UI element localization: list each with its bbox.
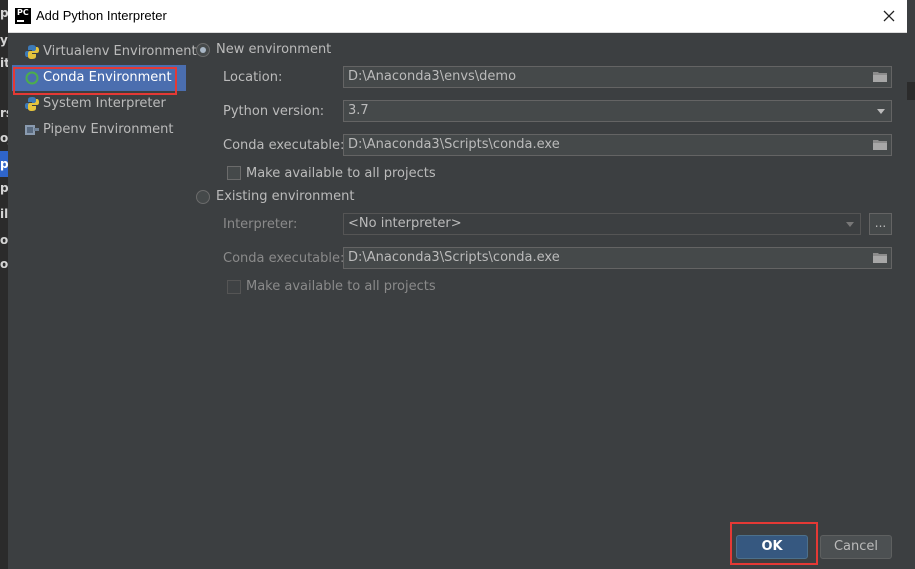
environment-type-list: Virtualenv Environment Conda Environment… [8,33,197,569]
conda-executable-label: Conda executable: [223,138,345,153]
python-version-value: 3.7 [348,103,369,118]
background-text-fragment: it [0,56,8,70]
python-icon [25,45,39,59]
background-text-fragment: p [0,181,8,195]
conda-settings-panel: New environment Location: D:\Anaconda3\e… [186,33,907,569]
close-button[interactable] [877,4,901,28]
background-text-fragment: o [0,257,8,271]
add-python-interpreter-dialog: PC Add Python Interpreter Virtualenv Env… [8,0,907,569]
location-label: Location: [223,70,283,85]
new-environment-label: New environment [216,42,332,57]
existing-conda-executable-label: Conda executable: [223,251,345,266]
background-text-fragment: y [0,33,8,47]
background-text-fragment: p [0,6,8,20]
background-text-fragment: rs [0,106,8,120]
background-ide-right [907,30,915,569]
location-value: D:\Anaconda3\envs\demo [348,69,517,84]
location-field[interactable]: D:\Anaconda3\envs\demo [343,66,892,88]
python-version-dropdown[interactable]: 3.7 [343,100,892,122]
sidebar-item-virtualenv[interactable]: Virtualenv Environment [12,39,197,65]
cancel-button[interactable]: Cancel [820,535,892,559]
existing-environment-label: Existing environment [216,189,355,204]
chevron-down-icon [877,109,885,114]
pycharm-app-icon: PC [15,8,31,24]
folder-icon[interactable] [873,252,887,263]
title-bar[interactable]: PC Add Python Interpreter [8,0,907,33]
close-icon [883,10,895,22]
existing-environment-radio[interactable] [196,190,210,204]
browse-interpreter-button[interactable]: ... [869,213,892,235]
conda-executable-value: D:\Anaconda3\Scripts\conda.exe [348,137,560,152]
make-available-label: Make available to all projects [246,166,436,181]
pipenv-icon [25,125,39,135]
new-environment-radio[interactable] [196,43,210,57]
python-icon [25,97,39,111]
existing-make-available-checkbox[interactable] [227,280,241,294]
existing-make-available-label: Make available to all projects [246,279,436,294]
background-text-fragment: p [0,157,8,171]
folder-icon[interactable] [873,71,887,82]
existing-conda-executable-field[interactable]: D:\Anaconda3\Scripts\conda.exe [343,247,892,269]
background-text-fragment: oj [0,131,8,145]
interpreter-dropdown[interactable]: <No interpreter> [343,213,861,235]
existing-conda-executable-value: D:\Anaconda3\Scripts\conda.exe [348,250,560,265]
background-ide-edge [0,0,8,569]
interpreter-label: Interpreter: [223,217,298,232]
conda-executable-field[interactable]: D:\Anaconda3\Scripts\conda.exe [343,134,892,156]
annotation-highlight-box [730,522,818,565]
background-text-fragment: il [0,207,8,221]
background-text-fragment: o [0,233,8,247]
chevron-down-icon [846,222,854,227]
sidebar-item-label: Virtualenv Environment [43,44,197,59]
make-available-checkbox[interactable] [227,166,241,180]
python-version-label: Python version: [223,104,325,119]
sidebar-item-label: Pipenv Environment [43,122,174,137]
interpreter-value: <No interpreter> [348,216,462,231]
annotation-highlight-box [13,67,177,95]
folder-icon[interactable] [873,139,887,150]
sidebar-item-pipenv[interactable]: Pipenv Environment [12,117,186,143]
dialog-title: Add Python Interpreter [36,8,167,23]
